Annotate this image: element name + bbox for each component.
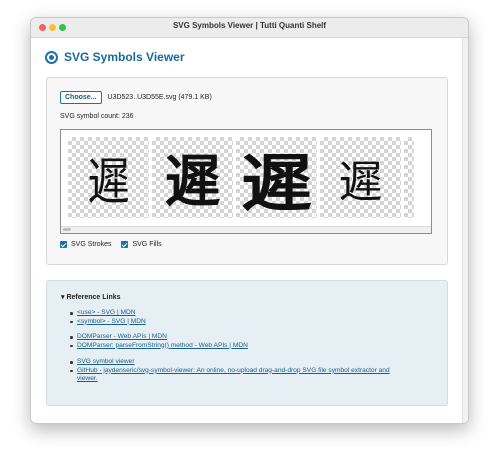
reference-link[interactable]: SVG symbol viewer [70, 358, 407, 367]
symbol-glyph: 遲 [240, 146, 313, 219]
reference-links-panel: ▾ Reference Links <use> - SVG | MDN <sym… [46, 280, 448, 406]
app-logo-icon [45, 50, 58, 64]
reference-link[interactable]: <symbol> - SVG | MDN [70, 318, 407, 327]
viewer-card: Choose... U3D523..U3D55E.svg (479.1 KB) … [46, 77, 448, 265]
reference-link[interactable]: DOMParser - Web APIs | MDN [70, 333, 407, 342]
symbol-glyph: 遲 [164, 149, 221, 215]
title-bar: SVG Symbols Viewer | Tutti Quanti Shelf [31, 18, 468, 38]
file-picker: Choose... U3D523..U3D55E.svg (479.1 KB) [60, 91, 212, 104]
reference-group: DOMParser - Web APIs | MDN DOMParser: pa… [70, 333, 407, 351]
fills-checkbox[interactable]: SVG Fills [121, 241, 162, 248]
symbol-tiles: 遲 遲 遲 遲 [68, 137, 414, 218]
choose-file-button[interactable]: Choose... [60, 91, 102, 104]
symbol-tile[interactable]: 遲 [320, 137, 401, 218]
symbol-tile[interactable]: 遲 [236, 137, 317, 218]
checkbox-checked-icon[interactable] [60, 241, 67, 248]
symbols-viewer[interactable]: 遲 遲 遲 遲 [60, 129, 432, 234]
symbol-tile-partial[interactable] [404, 137, 414, 218]
symbol-glyph: 遲 [338, 156, 383, 208]
reference-links-toggle[interactable]: ▾ Reference Links [61, 293, 121, 301]
symbol-tile[interactable]: 遲 [152, 137, 233, 218]
page-content: SVG Symbols Viewer Choose... U3D523..U3D… [31, 38, 468, 423]
app-window: SVG Symbols Viewer | Tutti Quanti Shelf … [30, 17, 469, 424]
reference-link[interactable]: <use> - SVG | MDN [70, 309, 407, 318]
reference-link[interactable]: DOMParser: parseFromString() method - We… [70, 342, 407, 351]
reference-group: SVG symbol viewer GitHub - jaydenseric/s… [70, 358, 407, 384]
reference-link[interactable]: GitHub - jaydenseric/svg-symbol-viewer: … [70, 367, 407, 384]
horizontal-scrollbar[interactable] [61, 226, 431, 233]
render-options: SVG Strokes SVG Fills [60, 241, 172, 248]
scrollbar-thumb[interactable] [63, 228, 71, 231]
symbol-glyph: 遲 [87, 152, 130, 211]
strokes-checkbox[interactable]: SVG Strokes [60, 241, 111, 248]
checkbox-checked-icon[interactable] [121, 241, 129, 248]
fills-label: SVG Fills [132, 241, 162, 248]
page-title: SVG Symbols Viewer [64, 50, 185, 64]
file-info: U3D523..U3D55E.svg (479.1 KB) [107, 94, 212, 101]
app-header: SVG Symbols Viewer [45, 50, 185, 64]
symbol-tile[interactable]: 遲 [68, 137, 149, 218]
symbol-count: SVG symbol count: 236 [60, 113, 134, 120]
window-title: SVG Symbols Viewer | Tutti Quanti Shelf [172, 21, 327, 30]
reference-group: <use> - SVG | MDN <symbol> - SVG | MDN [70, 309, 407, 327]
page-scrollbar[interactable] [462, 38, 468, 423]
strokes-label: SVG Strokes [71, 241, 112, 248]
